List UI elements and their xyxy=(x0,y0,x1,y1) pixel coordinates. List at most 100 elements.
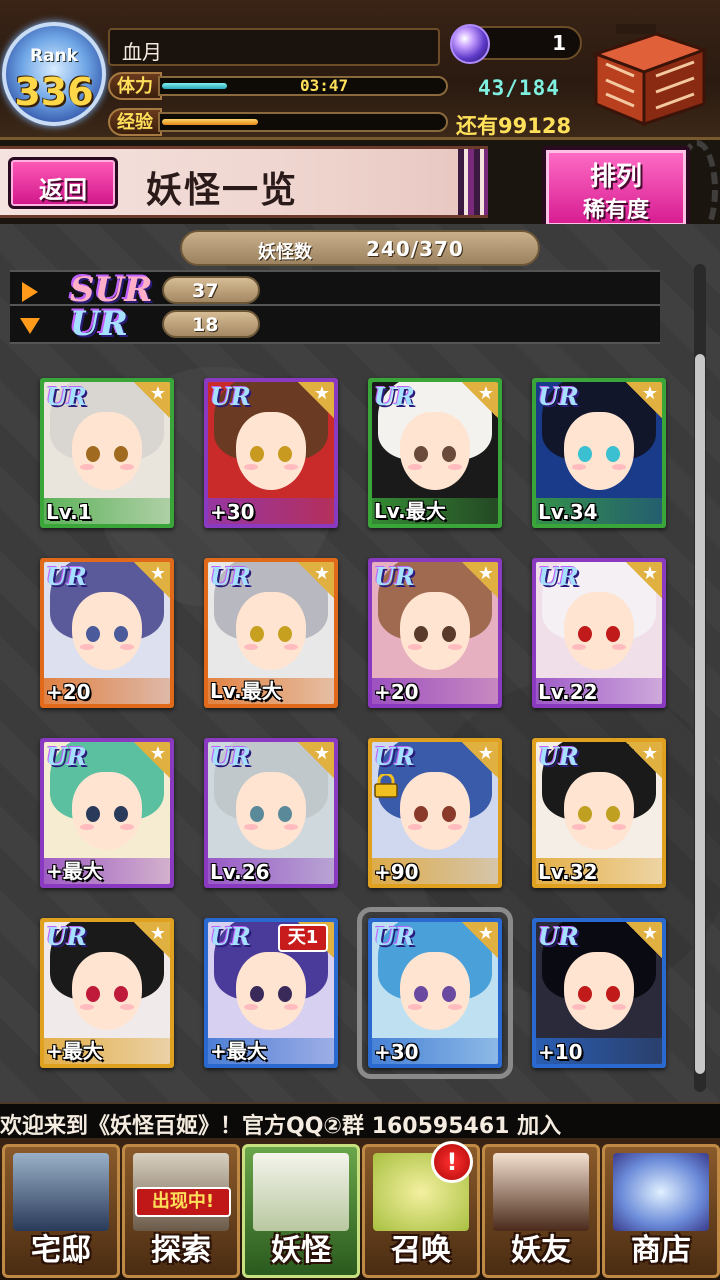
favorite-corner: ★ xyxy=(626,922,662,958)
nav-item-explore[interactable]: 出现中! 探索 xyxy=(122,1144,240,1278)
card-rarity-badge: UR xyxy=(210,382,251,411)
page-title: 妖怪一览 xyxy=(146,169,299,211)
card-level: +20 xyxy=(374,680,419,704)
character-blush xyxy=(120,644,134,650)
character-blush xyxy=(408,1004,422,1010)
yokai-card[interactable]: ★ UR Lv.1 xyxy=(40,378,174,528)
rank-value: 336 xyxy=(14,70,94,114)
yokai-card[interactable]: ★ UR +90 xyxy=(368,738,502,888)
yokai-portrait: ★ UR +30 xyxy=(208,382,334,524)
card-level: +30 xyxy=(374,1040,419,1064)
yokai-card[interactable]: ★UR天1+最大 xyxy=(204,918,338,1068)
card-rarity-badge: UR xyxy=(374,922,415,951)
card-rarity-badge: UR xyxy=(210,562,251,591)
character-eye xyxy=(442,986,456,1002)
character-eye xyxy=(250,806,264,822)
nav-item-shop-orb[interactable]: 商店 xyxy=(602,1144,720,1278)
favorite-corner: ★ xyxy=(626,382,662,418)
ticker-text: 欢迎来到《妖怪百姬》！官方QQ②群 160595461 加入 xyxy=(0,1114,562,1138)
yokai-card[interactable]: ★ UR +10 xyxy=(532,918,666,1068)
news-ticker[interactable]: 欢迎来到《妖怪百姬》！官方QQ②群 160595461 加入 xyxy=(0,1102,720,1138)
yokai-card[interactable]: ★ UR Lv.32 xyxy=(532,738,666,888)
card-level: +最大 xyxy=(46,1039,103,1063)
character-face xyxy=(564,772,634,850)
yokai-card[interactable]: ★ UR +最大 xyxy=(40,738,174,888)
character-face xyxy=(564,412,634,490)
back-button[interactable]: 返回 xyxy=(8,157,118,209)
player-name-box[interactable]: 血月 xyxy=(108,28,440,66)
character-face xyxy=(236,952,306,1030)
card-rarity-badge: UR xyxy=(538,562,579,591)
character-face xyxy=(236,412,306,490)
nav-sublabel: 出现中! xyxy=(135,1187,231,1217)
character-eye xyxy=(606,986,620,1002)
character-face xyxy=(72,412,142,490)
gift-chest-icon[interactable] xyxy=(586,24,712,132)
character-blush xyxy=(408,824,422,830)
shop-orb-icon xyxy=(613,1153,709,1231)
yokai-card[interactable]: ★ UR +30 xyxy=(357,907,513,1079)
card-level: +最大 xyxy=(210,1039,267,1063)
star-icon: ★ xyxy=(641,383,658,404)
character-face xyxy=(72,592,142,670)
nav-label: 探索 xyxy=(151,1233,211,1268)
yokai-card[interactable]: ★ UR +最大 xyxy=(40,918,174,1068)
yokai-card[interactable]: ★ UR Lv.最大 xyxy=(204,558,338,708)
player-name: 血月 xyxy=(122,40,162,64)
yokai-card[interactable]: ★ UR Lv.最大 xyxy=(368,378,502,528)
scrollbar[interactable] xyxy=(694,264,706,1092)
character-blush xyxy=(612,824,626,830)
nav-item-mansion[interactable]: 宅邸 xyxy=(2,1144,120,1278)
nav-item-friends[interactable]: 妖友 xyxy=(482,1144,600,1278)
bottom-navigation: 宅邸 出现中! 探索 妖怪! 召唤 妖友 商店 xyxy=(0,1138,720,1280)
yokai-portrait: ★ UR +90 xyxy=(372,742,498,884)
rarity-group-ur[interactable]: UR 18 xyxy=(10,304,660,344)
yokai-card[interactable]: ★ UR Lv.34 xyxy=(532,378,666,528)
character-blush xyxy=(284,1004,298,1010)
character-blush xyxy=(448,464,462,470)
yokai-card[interactable]: ★ UR +30 xyxy=(204,378,338,528)
stamina-bar: 体力 03:47 xyxy=(108,72,448,100)
nav-item-yokai-scroll[interactable]: 妖怪 xyxy=(242,1144,360,1278)
nav-label: 宅邸 xyxy=(31,1233,91,1268)
character-blush xyxy=(120,824,134,830)
card-level: Lv.最大 xyxy=(374,499,446,523)
status-header: Rank 336 血月 体力 03:47 经验 43/184 还有99128 1 xyxy=(0,0,720,140)
exp-bar: 经验 xyxy=(108,108,448,136)
yokai-list-panel: 妖怪数 240/370 SUR 37 UR 18 ★ UR Lv.1 ★ UR +30 ★ U… xyxy=(0,224,720,1102)
character-face xyxy=(564,952,634,1030)
character-face xyxy=(236,772,306,850)
magic-orb-icon xyxy=(450,24,490,64)
yokai-count-value: 240/370 xyxy=(366,237,464,261)
character-eye xyxy=(578,806,592,822)
yokai-portrait: ★ UR +10 xyxy=(536,922,662,1064)
orb-counter[interactable]: 1 xyxy=(450,24,582,64)
scroll-thumb[interactable] xyxy=(695,354,705,1074)
character-eye xyxy=(414,986,428,1002)
character-blush xyxy=(408,464,422,470)
sort-button[interactable]: 排列 稀有度 xyxy=(542,146,690,230)
character-eye xyxy=(250,986,264,1002)
star-icon: ★ xyxy=(477,743,494,764)
star-icon: ★ xyxy=(641,923,658,944)
card-level: Lv.最大 xyxy=(210,679,282,703)
yokai-card[interactable]: ★ UR Lv.22 xyxy=(532,558,666,708)
character-eye xyxy=(278,986,292,1002)
favorite-corner: ★ xyxy=(134,382,170,418)
character-blush xyxy=(612,464,626,470)
character-blush xyxy=(244,644,258,650)
yokai-card[interactable]: ★ UR +20 xyxy=(368,558,502,708)
yokai-portrait: ★ UR +30 xyxy=(372,922,498,1064)
yokai-card[interactable]: ★ UR Lv.26 xyxy=(204,738,338,888)
yokai-portrait: ★ UR Lv.34 xyxy=(536,382,662,524)
card-rarity-badge: UR xyxy=(538,922,579,951)
favorite-corner: ★ xyxy=(298,382,334,418)
character-face xyxy=(72,952,142,1030)
character-eye xyxy=(606,446,620,462)
rank-emblem[interactable]: Rank 336 xyxy=(2,22,106,126)
yokai-portrait: ★ UR +最大 xyxy=(44,922,170,1064)
mansion-icon xyxy=(13,1153,109,1231)
back-label: 返回 xyxy=(39,176,87,204)
yokai-card[interactable]: ★ UR +20 xyxy=(40,558,174,708)
nav-item-summon[interactable]: ! 召唤 xyxy=(362,1141,480,1278)
